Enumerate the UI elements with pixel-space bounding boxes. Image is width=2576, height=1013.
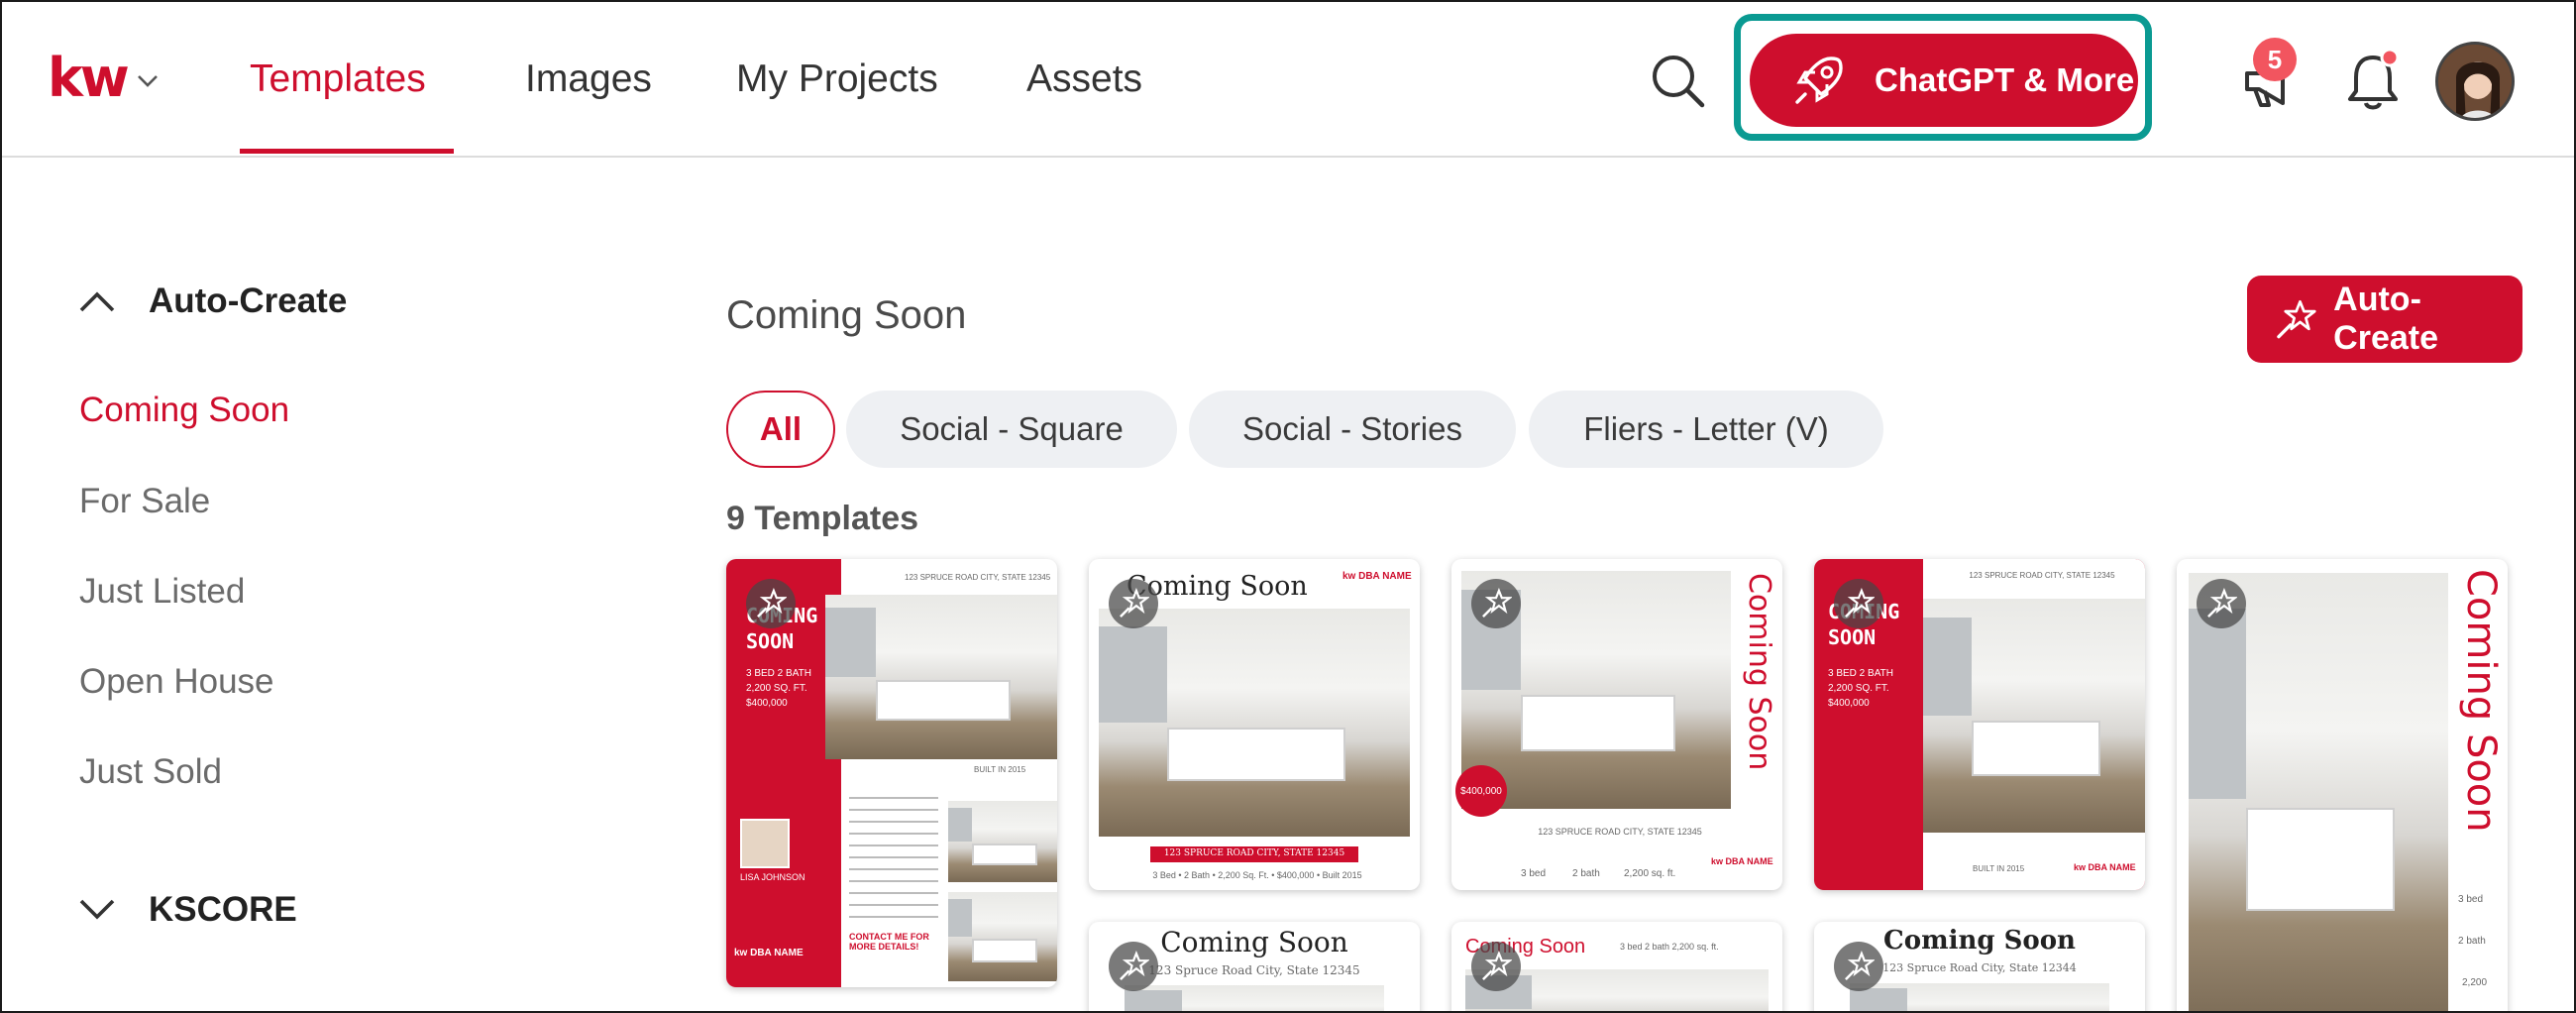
auto-create-heading: Auto-Create — [149, 281, 348, 320]
kitchen-photo-small — [948, 892, 1057, 981]
feature-list — [849, 797, 938, 926]
filter-chip-social-stories[interactable]: Social - Stories — [1189, 391, 1516, 468]
template-card[interactable]: Coming Soon 3 bed 2 bath 2,200 — [2177, 559, 2508, 1011]
bell-icon[interactable] — [2342, 48, 2404, 115]
card-sqft: 2,200 — [2462, 977, 2488, 988]
filter-chip-social-square[interactable]: Social - Square — [846, 391, 1177, 468]
magic-wand-icon — [2197, 579, 2246, 628]
template-card[interactable]: Coming Soon 3 bed 2 bath 2,200 sq. ft. — [1451, 922, 1782, 1011]
chatgpt-button-label: ChatGPT & More — [1875, 61, 2135, 98]
kitchen-photo — [825, 595, 1057, 759]
card-headline: Coming Soon — [1742, 573, 1776, 771]
card-stats: 3 bed 2 bath 2,200 sq. ft. — [1620, 942, 1719, 952]
auto-create-section-toggle[interactable]: Auto-Create — [79, 281, 347, 321]
search-icon[interactable] — [1649, 52, 1708, 111]
nav-my-projects[interactable]: My Projects — [736, 56, 938, 103]
template-card[interactable]: COMING SOON 3 BED 2 BATH 2,200 SQ. FT. $… — [726, 559, 1057, 987]
active-tab-indicator — [240, 149, 454, 154]
nav-assets[interactable]: Assets — [1026, 56, 1142, 103]
card-details: 3 BED 2 BATH 2,200 SQ. FT. $400,000 — [1828, 668, 1893, 709]
rocket-icon — [1795, 56, 1843, 104]
agent-photo — [740, 819, 790, 868]
auto-create-button[interactable]: Auto-Create — [2247, 276, 2522, 363]
nav-images[interactable]: Images — [525, 56, 652, 103]
magic-wand-icon — [1834, 942, 1883, 991]
user-avatar[interactable] — [2435, 42, 2515, 121]
magic-wand-icon — [1834, 579, 1883, 628]
card-address: 123 SPRUCE ROAD CITY, STATE 12345 — [905, 573, 1051, 582]
kitchen-photo — [1923, 599, 2145, 833]
kscore-section-toggle[interactable]: KSCORE — [79, 890, 297, 930]
magic-wand-icon — [746, 579, 796, 628]
kw-logo: kw — [48, 47, 130, 109]
kitchen-photo — [1125, 985, 1384, 1011]
sidebar-item-open-house[interactable]: Open House — [79, 662, 274, 702]
card-built: BUILT IN 2015 — [974, 765, 1026, 774]
kw-logo-menu[interactable]: kw — [48, 52, 159, 105]
template-card[interactable]: Coming Soon $400,000 123 SPRUCE ROAD CIT… — [1451, 559, 1782, 890]
card-beds: 3 bed — [2458, 894, 2484, 905]
avatar-portrait — [2438, 45, 2512, 118]
card-headline: Coming Soon — [2458, 569, 2504, 833]
chatgpt-and-more-button[interactable]: ChatGPT & More — [1750, 34, 2138, 127]
kitchen-photo — [1850, 983, 2109, 1011]
kitchen-photo-small — [948, 801, 1057, 882]
card-address: 123 SPRUCE ROAD CITY, STATE 12345 — [1969, 571, 2115, 580]
nav-templates[interactable]: Templates — [250, 56, 426, 103]
card-price: $400,000 — [1455, 765, 1507, 817]
filter-chip-fliers-letter[interactable]: Fliers - Letter (V) — [1529, 391, 1883, 468]
card-sqft: 2,200 sq. ft. — [1624, 868, 1676, 879]
page-title: Coming Soon — [726, 293, 967, 337]
template-card[interactable]: Coming Soon 123 Spruce Road City, State … — [1089, 922, 1420, 1011]
kitchen-photo — [2189, 573, 2448, 1011]
magic-wand-icon — [1109, 579, 1158, 628]
card-baths: 2 bath — [1572, 868, 1600, 879]
sidebar-item-for-sale[interactable]: For Sale — [79, 482, 210, 521]
sidebar-item-just-listed[interactable]: Just Listed — [79, 572, 245, 612]
template-card[interactable]: COMING SOON 3 BED 2 BATH 2,200 SQ. FT. $… — [1814, 559, 2145, 890]
top-navigation-bar: kw Templates Images My Projects Assets C… — [2, 2, 2574, 158]
kitchen-photo — [1099, 609, 1410, 837]
chevron-down-icon — [137, 75, 158, 87]
card-stats: 3 Bed • 2 Bath • 2,200 Sq. Ft. • $400,00… — [1152, 870, 1362, 880]
card-baths: 2 bath — [2458, 936, 2486, 947]
agent-name: LISA JOHNSON — [740, 872, 805, 882]
card-built: BUILT IN 2015 — [1973, 864, 2025, 873]
card-beds: 3 bed — [1521, 868, 1547, 879]
notification-count-badge: 5 — [2253, 38, 2297, 81]
chevron-down-icon — [79, 899, 115, 920]
card-address: 123 SPRUCE ROAD CITY, STATE 12345 — [1538, 827, 1702, 837]
card-brand: kw DBA NAME — [734, 948, 804, 958]
card-address: 123 SPRUCE ROAD CITY, STATE 12345 — [1163, 848, 1345, 858]
magic-wand-icon — [1471, 579, 1521, 628]
magic-wand-icon — [2277, 299, 2316, 339]
card-contact: CONTACT ME FOR MORE DETAILS! — [849, 932, 929, 952]
filter-chip-all[interactable]: All — [726, 391, 835, 468]
card-details: 3 BED 2 BATH 2,200 SQ. FT. $400,000 — [746, 668, 811, 709]
magic-wand-icon — [1471, 942, 1521, 991]
kscore-heading: KSCORE — [149, 890, 297, 929]
app-window: kw Templates Images My Projects Assets C… — [0, 0, 2576, 1013]
card-brand: kw DBA NAME — [2074, 862, 2136, 872]
card-brand: kw DBA NAME — [1342, 571, 1412, 582]
sidebar-item-coming-soon[interactable]: Coming Soon — [79, 391, 289, 430]
magic-wand-icon — [1109, 942, 1158, 991]
card-brand: kw DBA NAME — [1711, 856, 1773, 866]
template-count: 9 Templates — [726, 500, 919, 537]
template-card[interactable]: Coming Soon kw DBA NAME 123 SPRUCE ROAD … — [1089, 559, 1420, 890]
sidebar-item-just-sold[interactable]: Just Sold — [79, 752, 222, 792]
auto-create-button-label: Auto-Create — [2333, 281, 2438, 357]
chevron-up-icon — [79, 291, 115, 312]
template-card[interactable]: Coming Soon 123 Spruce Road City, State … — [1814, 922, 2145, 1011]
